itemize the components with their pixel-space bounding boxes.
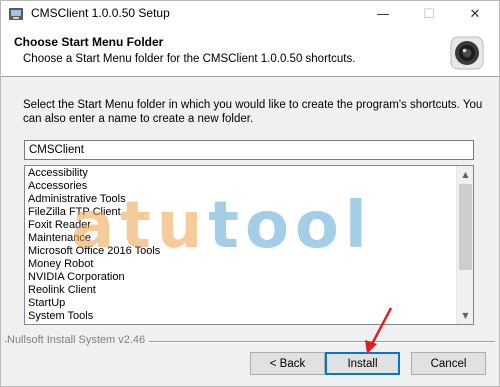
maximize-button[interactable]: ☐: [407, 1, 451, 27]
folder-list-item[interactable]: System Tools: [25, 310, 457, 323]
page-subtitle: Choose a Start Menu folder for the CMSCl…: [23, 53, 356, 65]
instructions-text: Select the Start Menu folder in which yo…: [23, 99, 483, 125]
folder-list-item[interactable]: NVIDIA Corporation: [25, 271, 457, 284]
close-icon: ✕: [469, 6, 481, 22]
folder-list-item[interactable]: Money Robot: [25, 258, 457, 271]
minimize-button[interactable]: —: [361, 1, 405, 27]
scroll-down-icon[interactable]: ▼: [457, 307, 473, 324]
installer-branding: Nullsoft Install System v2.46: [7, 334, 150, 346]
folder-list-item[interactable]: Accessories: [25, 180, 457, 193]
scroll-up-icon[interactable]: ▲: [457, 166, 473, 183]
page-header: Choose Start Menu Folder Choose a Start …: [1, 27, 499, 77]
camera-logo-icon: [450, 36, 484, 70]
installer-app-icon: [8, 6, 24, 22]
folder-list-item[interactable]: Maintenance: [25, 232, 457, 245]
folder-list-item[interactable]: FileZilla FTP Client: [25, 206, 457, 219]
folder-list-item[interactable]: StartUp: [25, 297, 457, 310]
cancel-button[interactable]: Cancel: [411, 352, 486, 375]
window-title: CMSClient 1.0.0.50 Setup: [31, 6, 170, 20]
vertical-scrollbar[interactable]: ▲ ▼: [456, 166, 473, 324]
folder-list-items: Accessibility Accessories Administrative T…: [25, 166, 457, 324]
start-menu-folder-list[interactable]: Accessibility Accessories Administrative T…: [24, 165, 474, 325]
folder-list-item[interactable]: Accessibility: [25, 167, 457, 180]
maximize-icon: ☐: [423, 6, 435, 22]
folder-list-item[interactable]: Reolink Client: [25, 284, 457, 297]
title-bar[interactable]: CMSClient 1.0.0.50 Setup — ☐ ✕: [1, 1, 499, 27]
back-button[interactable]: < Back: [250, 352, 325, 375]
folder-list-item[interactable]: Foxit Reader: [25, 219, 457, 232]
install-button[interactable]: Install: [325, 352, 400, 375]
folder-list-item[interactable]: Microsoft Office 2016 Tools: [25, 245, 457, 258]
folder-list-item[interactable]: Administrative Tools: [25, 193, 457, 206]
folder-name-input[interactable]: [24, 140, 474, 160]
scroll-thumb[interactable]: [459, 184, 472, 270]
page-title: Choose Start Menu Folder: [14, 35, 164, 49]
close-button[interactable]: ✕: [453, 1, 497, 27]
installer-window: CMSClient 1.0.0.50 Setup — ☐ ✕ Choose St…: [0, 0, 500, 387]
minimize-icon: —: [376, 6, 390, 22]
